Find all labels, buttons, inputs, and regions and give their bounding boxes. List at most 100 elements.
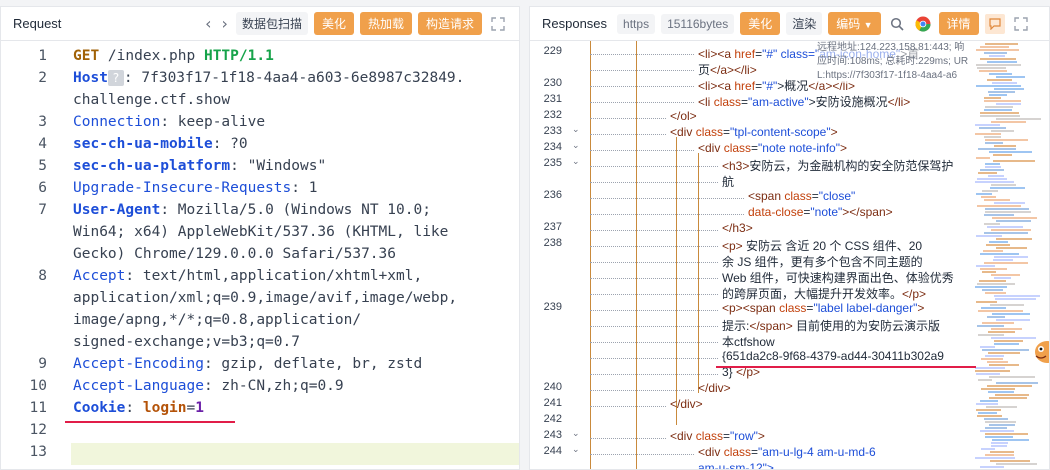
minimap-line — [975, 286, 1007, 288]
code-token: </p> — [902, 287, 927, 301]
minimap-line — [994, 256, 1028, 258]
response-line: 提示:</span> 目前使用的为安防云演示版 — [722, 317, 940, 334]
code-token: </ol> — [670, 109, 697, 123]
minimap-line — [978, 412, 997, 414]
indent-dots — [590, 246, 718, 247]
host-help-badge[interactable]: ? — [107, 70, 124, 86]
response-line: <div class="note note-info"> — [698, 141, 847, 155]
minimap-line — [996, 463, 1037, 465]
minimap-line — [977, 67, 1006, 69]
chrome-icon[interactable] — [913, 14, 933, 34]
expand-icon[interactable] — [488, 14, 508, 34]
expand-icon[interactable] — [1011, 14, 1031, 34]
details-button[interactable]: 详情 — [938, 12, 979, 35]
code-token: = — [811, 189, 819, 203]
chevron-left-icon[interactable]: ‹ — [205, 15, 211, 32]
build-request-button[interactable]: 构造请求 — [417, 12, 482, 35]
request-editor[interactable]: 1 GET /index.php HTTP/1.1 2 Host?: 7f303f17… — [1, 41, 519, 469]
code-token: : keep-alive — [160, 114, 266, 130]
minimap-line — [983, 250, 1003, 252]
response-line: Web 组件，可快速构建界面出色、体验优秀 — [722, 269, 954, 286]
response-line: <div class="am-u-lg-4 am-u-md-6 — [698, 445, 876, 459]
line-number: 11 — [29, 400, 47, 416]
response-line: </div> — [670, 397, 703, 411]
minimap-line — [976, 403, 998, 405]
minimap-line — [985, 139, 1028, 141]
line-code: image/apng,*/*;q=0.8,application/ — [73, 309, 513, 331]
minimap-line — [979, 280, 1006, 282]
minimap-line — [992, 313, 1030, 315]
minimap-line — [976, 235, 1002, 237]
indent-dots — [590, 358, 718, 359]
code-token: = — [186, 400, 196, 416]
minimap-line — [977, 283, 1015, 285]
minimap-line — [976, 409, 1001, 411]
code-token: <h3> — [722, 159, 750, 173]
fold-toggle-icon[interactable]: ⌄ — [572, 428, 580, 439]
code-token: href — [734, 47, 756, 61]
code-token: : ?0 — [212, 136, 248, 152]
code-token: Web 组件，可快速构建界面出色、体验优秀 — [722, 271, 954, 285]
response-line: </h3> — [722, 221, 753, 235]
cookie-underline — [65, 421, 235, 423]
search-icon[interactable] — [887, 14, 907, 34]
fold-toggle-icon[interactable]: ⌄ — [572, 124, 580, 135]
packet-scan-button[interactable]: 数据包扫描 — [235, 12, 308, 35]
minimap-line — [985, 211, 1031, 213]
chevron-right-icon[interactable]: › — [222, 15, 228, 32]
code-token: <div — [698, 141, 724, 155]
line-number: 240 — [543, 381, 562, 393]
line-number: 239 — [543, 301, 562, 313]
minimap-line — [989, 151, 1032, 153]
code-token: : "Windows" — [230, 158, 327, 174]
code-token: > — [839, 141, 847, 155]
minimap-line — [981, 448, 995, 450]
request-line: 11 Cookie: login=1 — [1, 397, 519, 419]
minimap-line — [986, 406, 1017, 408]
line-number: 9 — [38, 356, 47, 372]
comment-icon[interactable] — [984, 13, 1005, 34]
line-code: User-Agent: Mozilla/5.0 (Windows NT 10.0… — [73, 199, 513, 221]
minimap-line — [996, 76, 1025, 78]
fold-toggle-icon[interactable]: ⌄ — [572, 444, 580, 455]
code-token: class — [695, 429, 724, 443]
code-token: <p> — [722, 239, 743, 253]
minimap-line — [995, 394, 1029, 396]
response-line: </div> — [698, 381, 731, 395]
hot-load-button[interactable]: 热加载 — [359, 12, 412, 35]
code-token: "label label-danger" — [813, 301, 918, 315]
render-button[interactable]: 渲染 — [786, 12, 823, 35]
minimap-line — [996, 118, 1041, 120]
line-code: GET /index.php HTTP/1.1 — [73, 45, 513, 67]
responses-toolbar: Responses https 15116bytes 美化 渲染 编码 ▼ 详情 — [530, 7, 1049, 41]
line-number: 244 — [543, 445, 562, 457]
minimap-line — [989, 424, 1015, 426]
minimap-line — [996, 382, 1038, 384]
response-line: <p><span class="label label-danger"> — [722, 301, 924, 315]
minimap-line — [990, 187, 1025, 189]
minimap-line — [978, 310, 1023, 312]
response-viewer[interactable]: 229<li><a href="#" class="am-icon-home">… — [530, 41, 1049, 469]
minimap-line — [991, 130, 1014, 132]
minimap-line — [980, 112, 1019, 114]
mascot-icon[interactable] — [1033, 339, 1049, 365]
response-beautify-button[interactable]: 美化 — [740, 12, 781, 35]
line-number: 237 — [543, 221, 562, 233]
minimap-line — [985, 355, 1004, 357]
beautify-button[interactable]: 美化 — [313, 12, 354, 35]
minimap-line — [976, 85, 1021, 87]
code-token: 航 — [722, 175, 735, 189]
minimap-line — [989, 55, 1005, 57]
line-code: Win64; x64) AppleWebKit/537.36 (KHTML, l… — [73, 221, 513, 243]
fold-toggle-icon[interactable]: ⌄ — [572, 140, 580, 151]
indent-dots — [590, 166, 718, 167]
minimap-line — [995, 298, 1036, 300]
code-token: "note" — [810, 205, 843, 219]
indent-dots — [590, 214, 744, 215]
code-minimap[interactable] — [975, 41, 1047, 469]
fold-toggle-icon[interactable]: ⌄ — [572, 156, 580, 167]
encoding-dropdown[interactable]: 编码 ▼ — [828, 12, 881, 35]
line-number: 4 — [38, 136, 47, 152]
code-token: <div — [698, 445, 724, 459]
response-line: data-close="note"></span> — [748, 205, 893, 219]
